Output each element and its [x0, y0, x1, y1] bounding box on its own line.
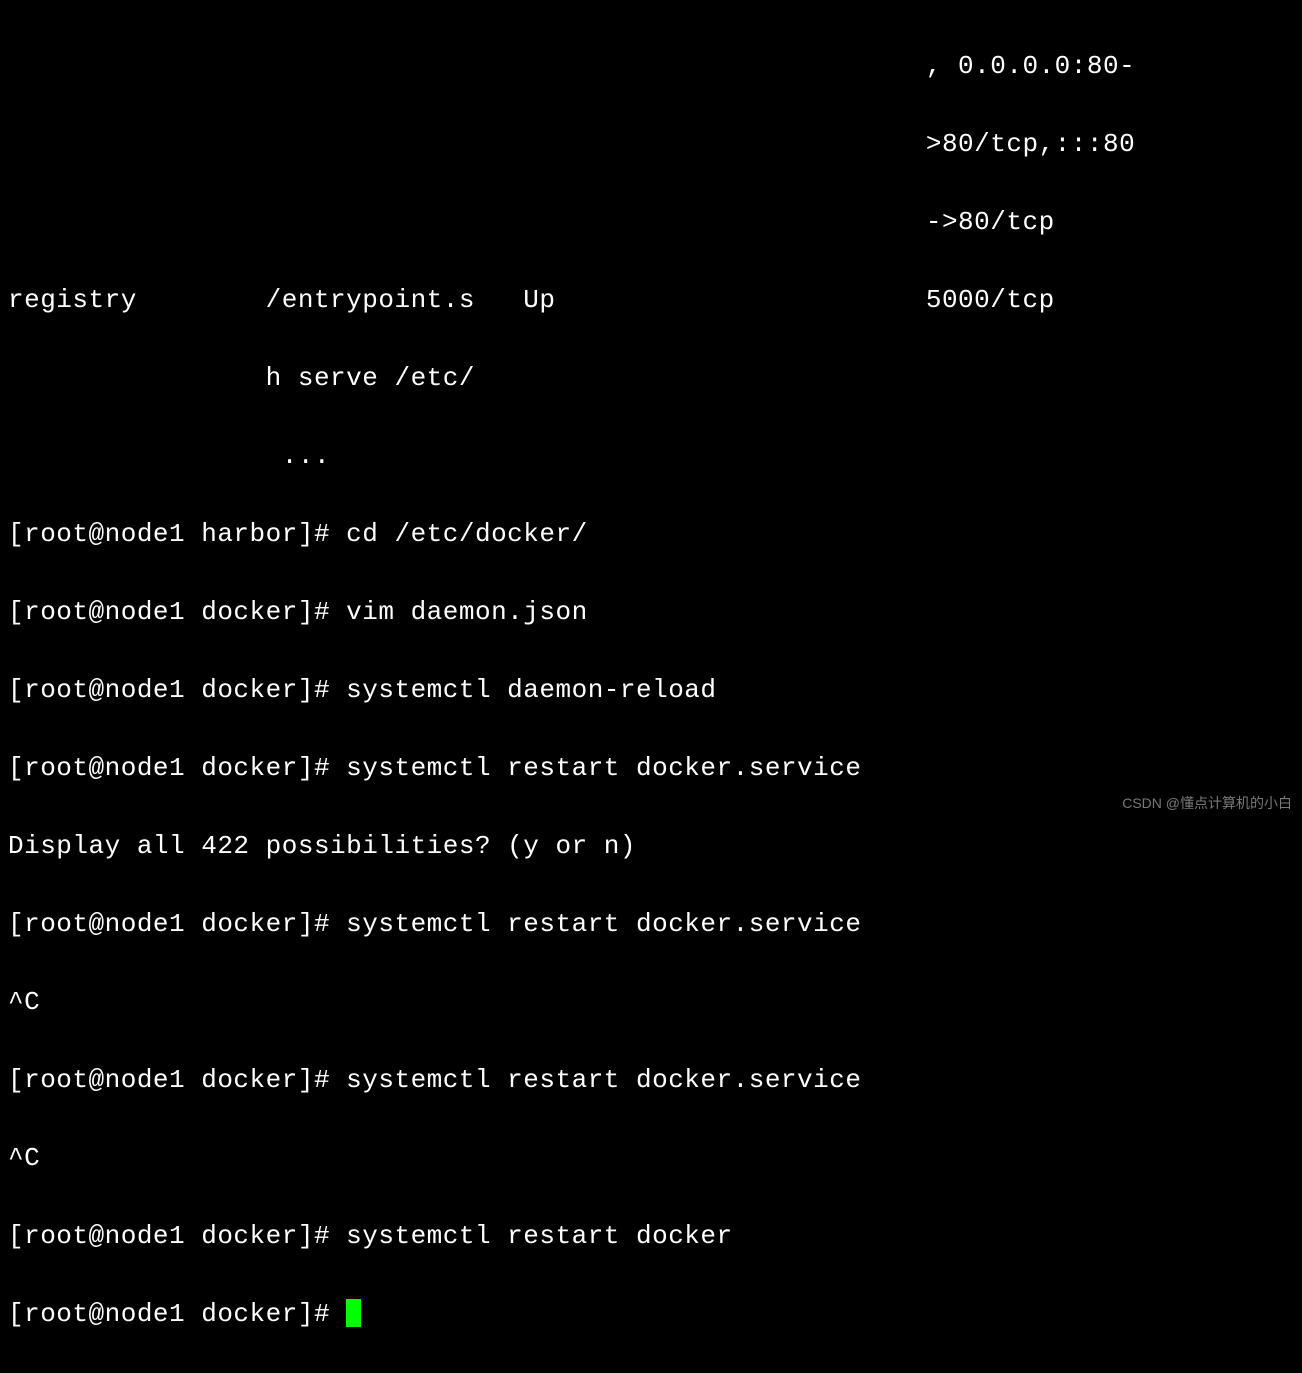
command-text: systemctl daemon-reload: [346, 675, 716, 705]
prompt: [root@node1 docker]#: [8, 675, 346, 705]
command-line: [root@node1 docker]# vim daemon.json: [8, 593, 1294, 632]
command-line: [root@node1 docker]# systemctl restart d…: [8, 1061, 1294, 1100]
output-line: Display all 422 possibilities? (y or n): [8, 827, 1294, 866]
ports-info-line1: , 0.0.0.0:80-: [8, 47, 1294, 86]
prompt: [root@node1 docker]#: [8, 1221, 346, 1251]
ports-info-line3: ->80/tcp: [8, 203, 1294, 242]
command-line: [root@node1 docker]# systemctl restart d…: [8, 749, 1294, 788]
prompt: [root@node1 docker]#: [8, 1065, 346, 1095]
prompt: [root@node1 docker]#: [8, 753, 346, 783]
command-text: systemctl restart docker.service: [346, 753, 861, 783]
cursor-icon[interactable]: [346, 1299, 361, 1327]
ports-info-line2: >80/tcp,:::80: [8, 125, 1294, 164]
command-line: [root@node1 docker]# systemctl daemon-re…: [8, 671, 1294, 710]
terminal-output[interactable]: , 0.0.0.0:80- >80/tcp,:::80 ->80/tcp reg…: [8, 8, 1294, 1373]
command-text: cd /etc/docker/: [346, 519, 588, 549]
command-text: systemctl restart docker.service: [346, 909, 861, 939]
command-line: [root@node1 harbor]# cd /etc/docker/: [8, 515, 1294, 554]
command-text: systemctl restart docker.service: [346, 1065, 861, 1095]
prompt: [root@node1 harbor]#: [8, 519, 346, 549]
prompt: [root@node1 docker]#: [8, 597, 346, 627]
command-text: vim daemon.json: [346, 597, 588, 627]
current-prompt-line[interactable]: [root@node1 docker]#: [8, 1295, 1294, 1334]
prompt: [root@node1 docker]#: [8, 909, 346, 939]
interrupt-text: ^C: [8, 987, 40, 1017]
registry-row-line2: h serve /etc/: [8, 359, 1294, 398]
command-line: [root@node1 docker]# systemctl restart d…: [8, 905, 1294, 944]
command-line: [root@node1 docker]# systemctl restart d…: [8, 1217, 1294, 1256]
registry-row-line3: ...: [8, 437, 1294, 476]
registry-row-line1: registry /entrypoint.s Up 5000/tcp: [8, 281, 1294, 320]
output-text: Display all 422 possibilities? (y or n): [8, 831, 636, 861]
watermark-text: CSDN @懂点计算机的小白: [1122, 793, 1292, 814]
output-line: ^C: [8, 983, 1294, 1022]
output-line: ^C: [8, 1139, 1294, 1178]
prompt: [root@node1 docker]#: [8, 1299, 346, 1329]
interrupt-text: ^C: [8, 1143, 40, 1173]
command-text: systemctl restart docker: [346, 1221, 732, 1251]
